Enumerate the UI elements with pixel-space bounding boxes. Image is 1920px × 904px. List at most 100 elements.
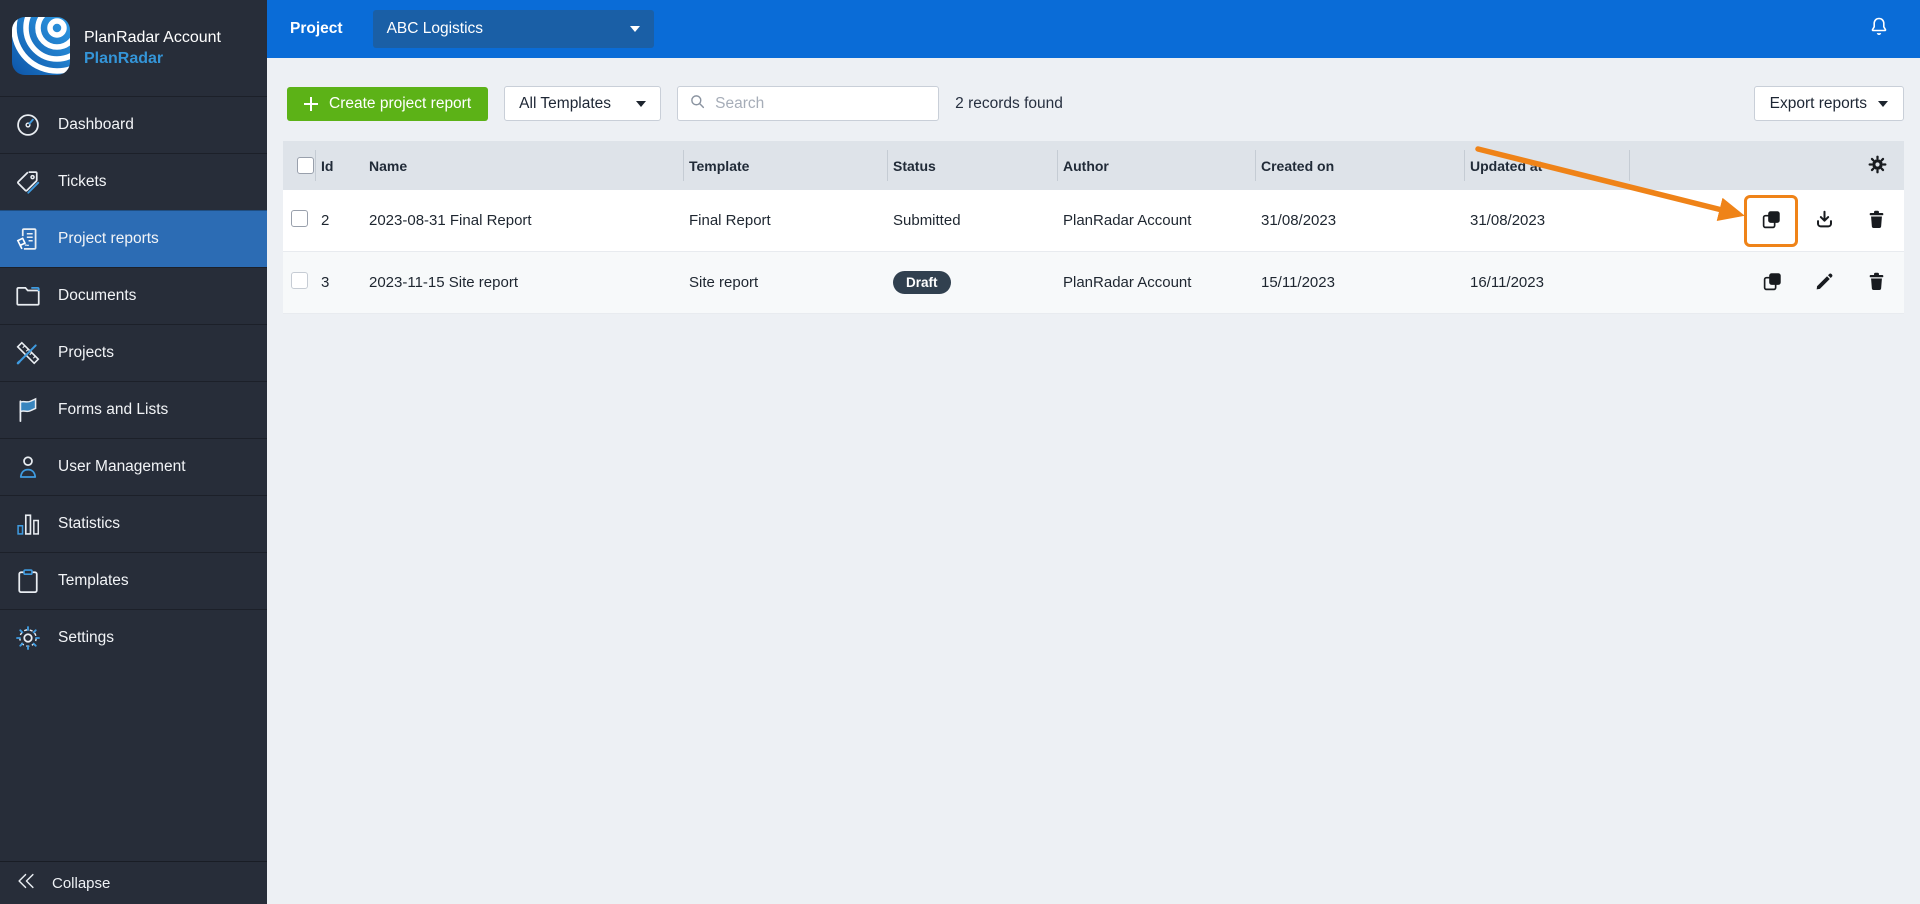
project-selector-value: ABC Logistics bbox=[386, 20, 484, 37]
row-checkbox[interactable] bbox=[291, 272, 308, 289]
sidebar-item-statistics[interactable]: Statistics bbox=[0, 495, 267, 552]
double-chevron-left-icon bbox=[15, 870, 37, 896]
select-all-checkbox[interactable] bbox=[297, 157, 314, 174]
search-input[interactable] bbox=[715, 94, 929, 113]
sidebar-nav: Dashboard Tickets Project reports Docume… bbox=[0, 96, 267, 861]
cell-created-on: 15/11/2023 bbox=[1261, 274, 1335, 291]
sidebar-item-label: Project reports bbox=[58, 230, 159, 247]
column-header-status[interactable]: Status bbox=[887, 141, 1057, 190]
trash-icon bbox=[1866, 271, 1887, 295]
delete-report-button[interactable] bbox=[1850, 195, 1902, 247]
edit-report-button[interactable] bbox=[1798, 257, 1850, 309]
column-header-updated-at[interactable]: Updated at bbox=[1464, 141, 1629, 190]
column-header-id[interactable]: Id bbox=[315, 141, 363, 190]
gear-icon bbox=[1867, 154, 1888, 178]
sidebar-collapse-button[interactable]: Collapse bbox=[0, 861, 267, 904]
sidebar-item-dashboard[interactable]: Dashboard bbox=[0, 96, 267, 153]
template-filter-value: All Templates bbox=[519, 94, 612, 112]
sidebar-item-label: Dashboard bbox=[58, 116, 134, 133]
cell-status: Submitted bbox=[893, 212, 961, 229]
brand-text: PlanRadar Account PlanRadar bbox=[84, 26, 221, 70]
row-checkbox[interactable] bbox=[291, 210, 308, 227]
create-button-label: Create project report bbox=[329, 94, 472, 112]
sidebar-item-label: Settings bbox=[58, 629, 115, 646]
sidebar-item-projects[interactable]: Projects bbox=[0, 324, 267, 381]
sidebar-item-templates[interactable]: Templates bbox=[0, 552, 267, 609]
search-icon bbox=[688, 92, 707, 116]
sidebar-item-label: Forms and Lists bbox=[58, 401, 169, 418]
clipboard-icon bbox=[13, 566, 43, 596]
main-area: Project ABC Logistics Create project rep… bbox=[267, 0, 1920, 904]
toolbar: Create project report All Templates 2 re… bbox=[287, 86, 1904, 121]
chevron-down-icon bbox=[629, 26, 640, 32]
gear-icon bbox=[13, 623, 43, 653]
column-header-template[interactable]: Template bbox=[683, 141, 887, 190]
ruler-pencil-icon bbox=[13, 338, 43, 368]
bell-icon bbox=[1867, 15, 1891, 44]
cell-created-on: 31/08/2023 bbox=[1261, 212, 1337, 229]
project-reports-table: Id Name Template Status Author Created o… bbox=[283, 141, 1904, 314]
row-actions bbox=[1629, 194, 1904, 247]
sidebar-item-label: Tickets bbox=[58, 173, 107, 190]
column-header-name[interactable]: Name bbox=[363, 141, 683, 190]
planradar-logo-icon bbox=[12, 16, 70, 80]
records-found-count: 2 records found bbox=[955, 94, 1063, 112]
user-icon bbox=[13, 452, 43, 482]
copy-icon bbox=[1761, 209, 1782, 233]
chevron-down-icon bbox=[636, 100, 647, 107]
status-badge: Draft bbox=[893, 270, 951, 295]
table-settings-button[interactable] bbox=[1864, 153, 1890, 179]
notifications-button[interactable] bbox=[1864, 14, 1894, 44]
chevron-down-icon bbox=[1878, 100, 1888, 107]
download-report-button[interactable] bbox=[1798, 195, 1850, 247]
plus-icon bbox=[304, 96, 318, 111]
cell-updated-at: 16/11/2023 bbox=[1470, 274, 1544, 291]
account-switcher[interactable]: PlanRadar Account PlanRadar bbox=[0, 0, 267, 96]
account-name: PlanRadar Account bbox=[84, 29, 221, 46]
cell-id: 2 bbox=[321, 212, 330, 229]
create-project-report-button[interactable]: Create project report bbox=[287, 86, 489, 121]
cell-name: 2023-08-31 Final Report bbox=[369, 212, 532, 229]
cell-updated-at: 31/08/2023 bbox=[1470, 212, 1546, 229]
annotation-highlight-box bbox=[1744, 194, 1798, 247]
table-row: 3 2023-11-15 Site report Site report Dra… bbox=[283, 252, 1904, 314]
export-button-label: Export reports bbox=[1769, 94, 1867, 112]
report-stamp-icon bbox=[13, 224, 43, 254]
sidebar-item-settings[interactable]: Settings bbox=[0, 609, 267, 666]
cell-id: 3 bbox=[321, 274, 330, 291]
project-label: Project bbox=[290, 20, 343, 37]
sidebar-item-label: Documents bbox=[58, 287, 137, 304]
column-header-created-on[interactable]: Created on bbox=[1255, 141, 1464, 190]
cell-author: PlanRadar Account bbox=[1063, 274, 1192, 291]
tag-icon bbox=[13, 167, 43, 197]
sidebar-item-user-management[interactable]: User Management bbox=[0, 438, 267, 495]
sidebar-item-forms-and-lists[interactable]: Forms and Lists bbox=[0, 381, 267, 438]
flag-icon bbox=[13, 395, 43, 425]
template-filter-select[interactable]: All Templates bbox=[504, 86, 662, 121]
sidebar-item-label: Statistics bbox=[58, 515, 121, 532]
gauge-icon bbox=[13, 110, 43, 140]
cell-author: PlanRadar Account bbox=[1063, 212, 1192, 229]
search-box bbox=[677, 86, 940, 121]
delete-report-button[interactable] bbox=[1850, 257, 1902, 309]
cell-template: Site report bbox=[689, 274, 759, 291]
copy-report-button[interactable] bbox=[1747, 195, 1795, 247]
download-icon bbox=[1814, 209, 1835, 233]
sidebar-item-label: Projects bbox=[58, 344, 114, 361]
sidebar-item-project-reports[interactable]: Project reports bbox=[0, 210, 267, 267]
table-row: 2 2023-08-31 Final Report Final Report S… bbox=[283, 190, 1904, 252]
sidebar-item-tickets[interactable]: Tickets bbox=[0, 153, 267, 210]
export-reports-button[interactable]: Export reports bbox=[1753, 86, 1904, 121]
table-header-row: Id Name Template Status Author Created o… bbox=[283, 141, 1904, 190]
brand-name: PlanRadar bbox=[84, 50, 164, 68]
sidebar-item-label: Templates bbox=[58, 572, 129, 589]
collapse-label: Collapse bbox=[52, 874, 111, 892]
column-header-author[interactable]: Author bbox=[1057, 141, 1255, 190]
sidebar: PlanRadar Account PlanRadar Dashboard Ti… bbox=[0, 0, 267, 904]
project-selector[interactable]: ABC Logistics bbox=[372, 10, 654, 48]
sidebar-item-documents[interactable]: Documents bbox=[0, 267, 267, 324]
topbar: Project ABC Logistics bbox=[267, 0, 1920, 58]
folder-icon bbox=[13, 281, 43, 311]
planradar-app: PlanRadar Account PlanRadar Dashboard Ti… bbox=[0, 0, 1920, 904]
copy-report-button[interactable] bbox=[1746, 257, 1798, 309]
